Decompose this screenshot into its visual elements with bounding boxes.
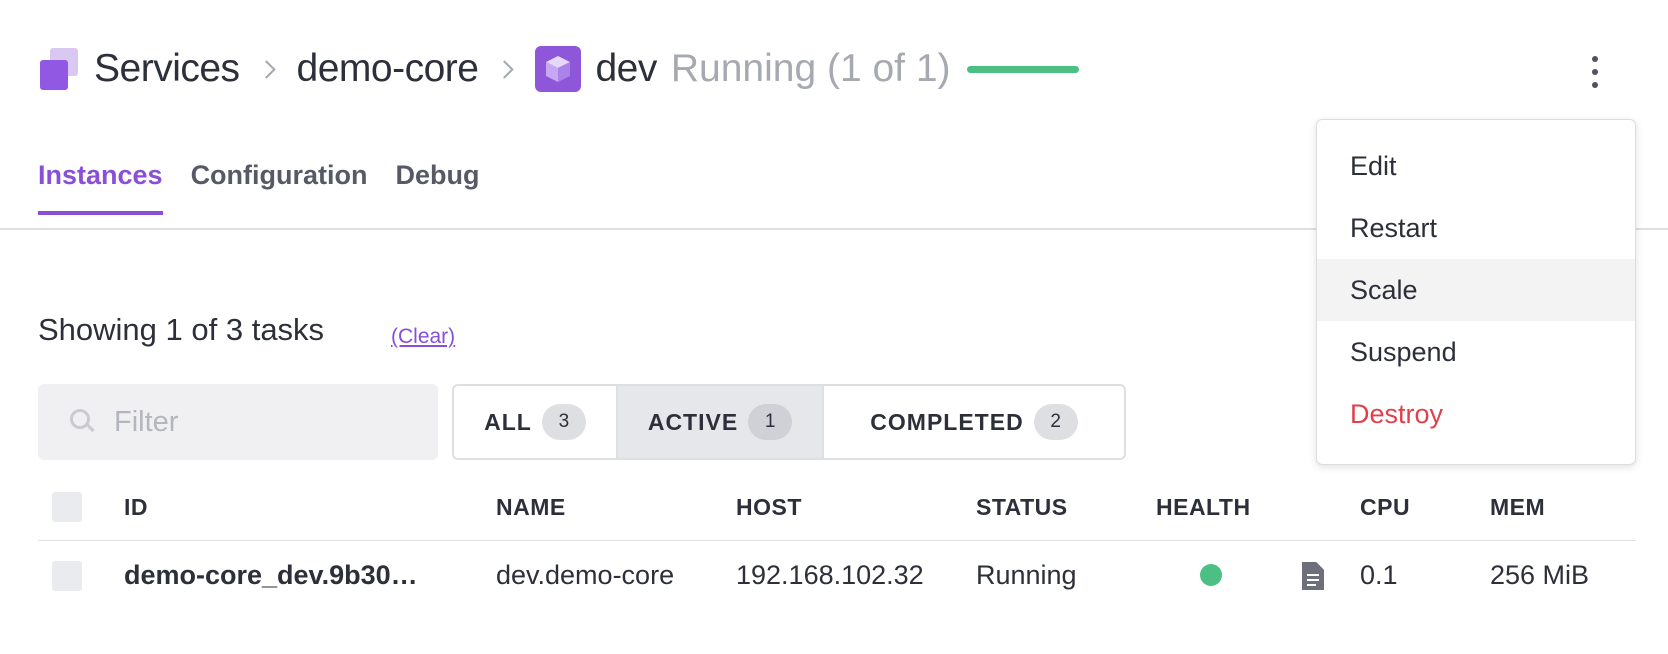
filter-input[interactable] <box>112 404 416 440</box>
column-header-status[interactable]: STATUS <box>976 494 1068 521</box>
count-badge: 1 <box>748 404 793 440</box>
column-header-cpu[interactable]: CPU <box>1360 494 1410 521</box>
tab-configuration[interactable]: Configuration <box>191 160 368 215</box>
task-name: dev.demo-core <box>496 560 675 590</box>
more-vertical-icon[interactable] <box>1590 56 1600 88</box>
select-all-checkbox[interactable] <box>52 492 82 522</box>
menu-item-edit[interactable]: Edit <box>1317 135 1635 197</box>
filter-box <box>38 384 438 460</box>
column-header-host[interactable]: HOST <box>736 494 802 521</box>
health-status-icon <box>1200 564 1222 586</box>
menu-item-restart[interactable]: Restart <box>1317 197 1635 259</box>
breadcrumb-services[interactable]: Services <box>94 47 240 91</box>
column-header-health[interactable]: HEALTH <box>1156 494 1251 521</box>
row-checkbox[interactable] <box>52 561 82 591</box>
task-cpu: 0.1 <box>1360 560 1398 590</box>
status-filter-all[interactable]: ALL 3 <box>454 386 616 458</box>
breadcrumb-service[interactable]: demo-core <box>297 47 479 91</box>
log-file-icon[interactable] <box>1302 562 1324 590</box>
task-status: Running <box>976 560 1077 590</box>
table-divider <box>38 540 1636 541</box>
menu-item-scale[interactable]: Scale <box>1317 259 1635 321</box>
status-filter-group: ALL 3 ACTIVE 1 COMPLETED 2 <box>452 384 1126 460</box>
clear-filter-link[interactable]: (Clear) <box>391 325 455 349</box>
service-status-text: Running (1 of 1) <box>670 47 951 90</box>
tab-debug[interactable]: Debug <box>396 160 480 215</box>
status-filter-label: ACTIVE <box>647 408 739 435</box>
task-id-link[interactable]: demo-core_dev.9b30… <box>124 560 418 591</box>
chevron-right-icon <box>256 59 276 79</box>
column-header-id[interactable]: ID <box>124 494 148 521</box>
tab-bar: Instances Configuration Debug <box>38 160 508 215</box>
tab-instances[interactable]: Instances <box>38 160 163 215</box>
menu-item-suspend[interactable]: Suspend <box>1317 321 1635 383</box>
column-header-name[interactable]: NAME <box>496 494 566 521</box>
count-badge: 2 <box>1033 404 1078 440</box>
column-header-mem[interactable]: MEM <box>1490 494 1545 521</box>
count-badge: 3 <box>541 404 586 440</box>
task-host: 192.168.102.32 <box>736 560 924 590</box>
breadcrumb: Services demo-core dev Running (1 of 1) <box>38 44 1079 94</box>
service-actions-menu: Edit Restart Scale Suspend Destroy <box>1316 119 1636 465</box>
services-icon <box>38 48 78 90</box>
task-mem: 256 MiB <box>1490 560 1590 590</box>
search-icon <box>70 409 96 435</box>
task-count-summary: Showing 1 of 3 tasks <box>38 312 325 347</box>
status-filter-label: ALL <box>484 408 532 435</box>
menu-item-destroy[interactable]: Destroy <box>1317 383 1635 445</box>
service-progress-bar <box>966 65 1079 73</box>
status-filter-active[interactable]: ACTIVE 1 <box>616 386 822 458</box>
pod-cube-icon <box>535 46 582 92</box>
breadcrumb-pod: dev <box>595 47 657 90</box>
status-filter-completed[interactable]: COMPLETED 2 <box>822 386 1124 458</box>
status-filter-label: COMPLETED <box>870 408 1024 435</box>
chevron-right-icon <box>495 59 515 79</box>
